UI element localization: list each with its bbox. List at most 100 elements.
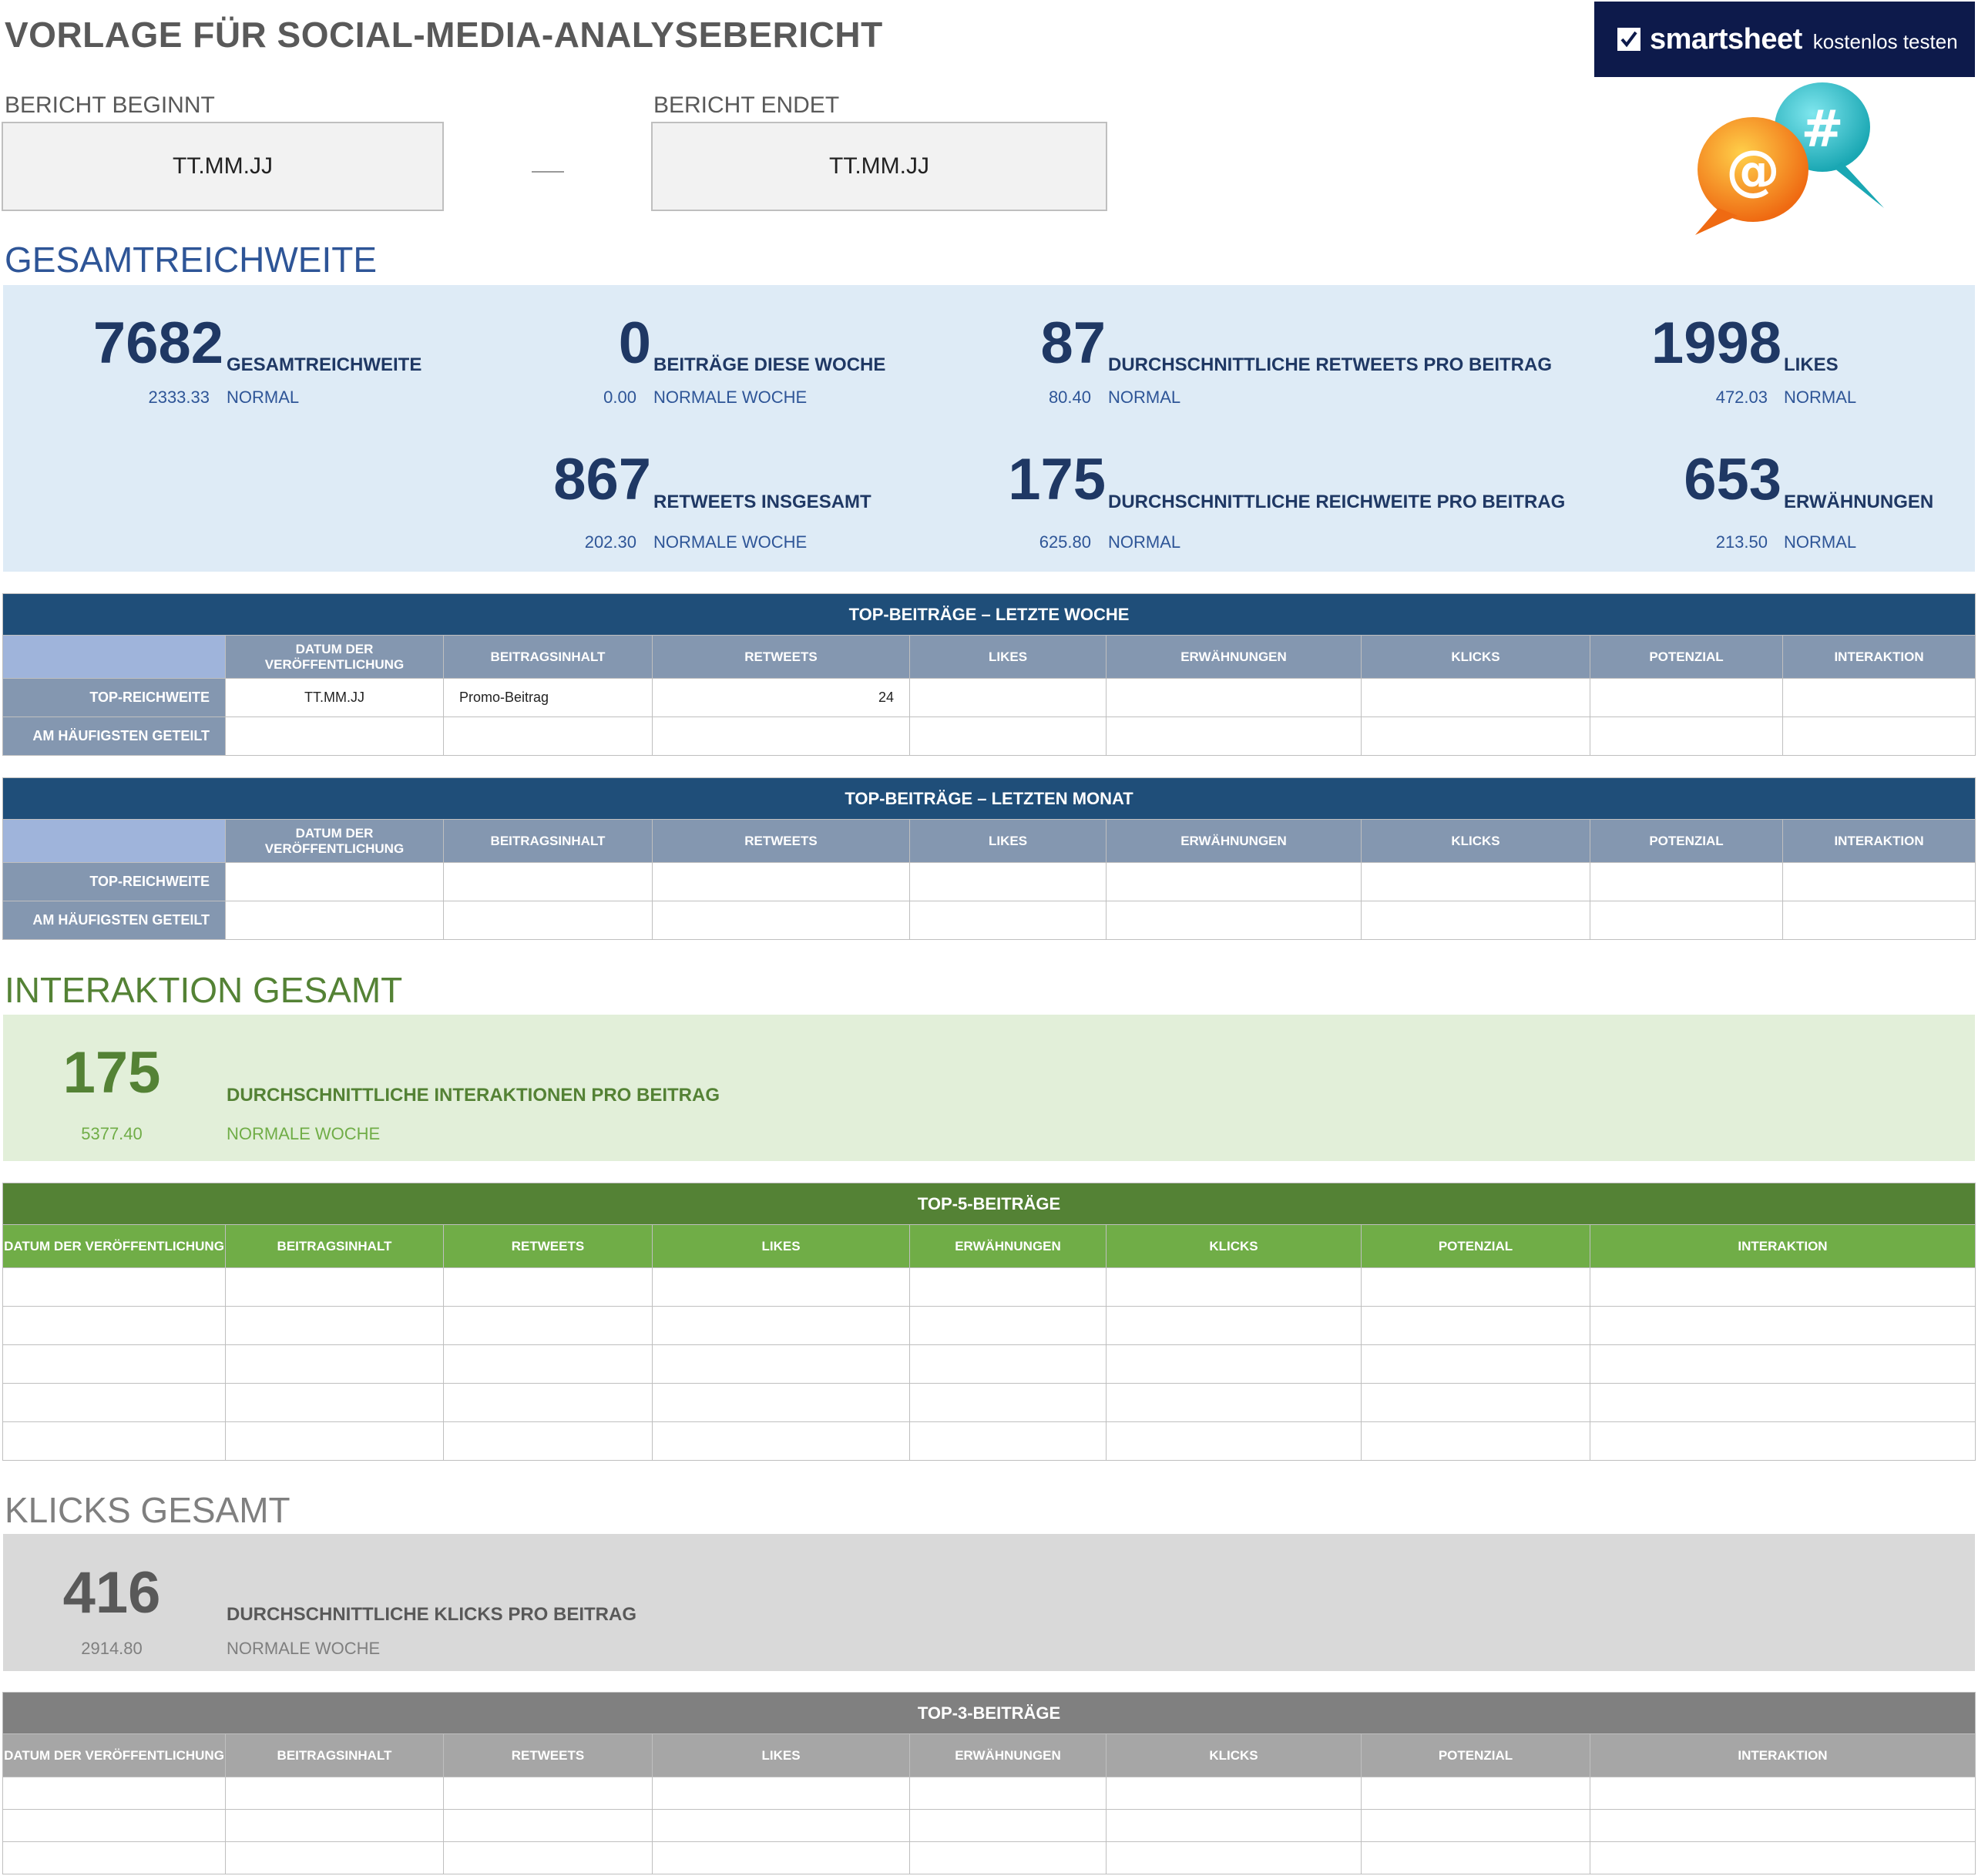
cell-interaction[interactable] — [1589, 1267, 1976, 1307]
cell-potential[interactable] — [1361, 1383, 1590, 1422]
cell-potential[interactable] — [1361, 1841, 1590, 1874]
cell-content[interactable] — [225, 1344, 444, 1384]
mentions-value: 653 — [1684, 447, 1782, 512]
cell-mentions[interactable] — [909, 1421, 1107, 1461]
cell-potential[interactable] — [1361, 1777, 1590, 1810]
cell-likes[interactable] — [652, 1306, 910, 1345]
cell-content[interactable] — [225, 1421, 444, 1461]
cell-content[interactable] — [225, 1809, 444, 1842]
cell-content[interactable] — [443, 717, 653, 756]
cell-date[interactable] — [2, 1267, 226, 1307]
cell-interaction[interactable] — [1782, 678, 1976, 717]
cell-date[interactable] — [2, 1344, 226, 1384]
cell-likes[interactable] — [652, 1777, 910, 1810]
cell-clicks[interactable] — [1106, 1306, 1362, 1345]
cell-content[interactable] — [443, 862, 653, 901]
cell-date[interactable] — [2, 1809, 226, 1842]
cell-likes[interactable] — [652, 1421, 910, 1461]
cell-likes[interactable] — [909, 717, 1107, 756]
cell-potential[interactable] — [1361, 1421, 1590, 1461]
cell-date[interactable] — [2, 1383, 226, 1422]
cell-clicks[interactable] — [1361, 901, 1590, 940]
cell-mentions[interactable] — [909, 1306, 1107, 1345]
cell-content[interactable] — [225, 1777, 444, 1810]
cell-retweets[interactable] — [443, 1306, 653, 1345]
cell-potential[interactable] — [1590, 717, 1783, 756]
cell-date[interactable]: TT.MM.JJ — [225, 678, 444, 717]
cell-retweets[interactable] — [443, 1809, 653, 1842]
cell-content[interactable] — [225, 1306, 444, 1345]
cell-date[interactable] — [2, 1841, 226, 1874]
cell-mentions[interactable] — [909, 1841, 1107, 1874]
cell-clicks[interactable] — [1106, 1809, 1362, 1842]
cell-likes[interactable] — [652, 1344, 910, 1384]
cell-clicks[interactable] — [1106, 1383, 1362, 1422]
cell-potential[interactable] — [1361, 1267, 1590, 1307]
cell-mentions[interactable] — [909, 1383, 1107, 1422]
cell-clicks[interactable] — [1106, 1841, 1362, 1874]
cell-potential[interactable] — [1590, 901, 1783, 940]
cell-interaction[interactable] — [1782, 901, 1976, 940]
cell-retweets[interactable] — [443, 1841, 653, 1874]
cell-retweets[interactable] — [443, 1344, 653, 1384]
cell-mentions[interactable] — [909, 1344, 1107, 1384]
cell-likes[interactable] — [909, 901, 1107, 940]
cell-content[interactable] — [225, 1841, 444, 1874]
cell-likes[interactable] — [909, 678, 1107, 717]
cell-interaction[interactable] — [1589, 1777, 1976, 1810]
cell-likes[interactable] — [652, 1841, 910, 1874]
cell-date[interactable] — [2, 1777, 226, 1810]
cell-potential[interactable] — [1590, 678, 1783, 717]
cell-clicks[interactable] — [1361, 717, 1590, 756]
cell-content[interactable] — [443, 901, 653, 940]
cell-mentions[interactable] — [1106, 901, 1362, 940]
cell-mentions[interactable] — [909, 1267, 1107, 1307]
cell-likes[interactable] — [909, 862, 1107, 901]
cell-interaction[interactable] — [1589, 1383, 1976, 1422]
cell-interaction[interactable] — [1589, 1421, 1976, 1461]
cell-clicks[interactable] — [1106, 1777, 1362, 1810]
cell-retweets[interactable]: 24 — [652, 678, 910, 717]
cell-date[interactable] — [225, 862, 444, 901]
cell-content[interactable]: Promo-Beitrag — [443, 678, 653, 717]
cell-retweets[interactable] — [443, 1267, 653, 1307]
cell-interaction[interactable] — [1782, 717, 1976, 756]
cell-clicks[interactable] — [1361, 862, 1590, 901]
cell-content[interactable] — [225, 1383, 444, 1422]
cell-interaction[interactable] — [1589, 1306, 1976, 1345]
cell-mentions[interactable] — [1106, 717, 1362, 756]
cell-interaction[interactable] — [1589, 1809, 1976, 1842]
cell-retweets[interactable] — [652, 901, 910, 940]
cell-potential[interactable] — [1361, 1306, 1590, 1345]
cell-content[interactable] — [225, 1267, 444, 1307]
cell-date[interactable] — [225, 717, 444, 756]
cell-date[interactable] — [225, 901, 444, 940]
cell-potential[interactable] — [1590, 862, 1783, 901]
cell-retweets[interactable] — [443, 1383, 653, 1422]
cell-likes[interactable] — [652, 1383, 910, 1422]
cell-mentions[interactable] — [909, 1809, 1107, 1842]
cell-retweets[interactable] — [652, 717, 910, 756]
cell-interaction[interactable] — [1589, 1344, 1976, 1384]
cell-clicks[interactable] — [1106, 1421, 1362, 1461]
cell-interaction[interactable] — [1782, 862, 1976, 901]
cell-clicks[interactable] — [1106, 1267, 1362, 1307]
cell-potential[interactable] — [1361, 1809, 1590, 1842]
cell-clicks[interactable] — [1106, 1344, 1362, 1384]
cell-clicks[interactable] — [1361, 678, 1590, 717]
smartsheet-logo-button[interactable]: smartsheet kostenlos testen — [1594, 2, 1975, 77]
cell-mentions[interactable] — [909, 1777, 1107, 1810]
cell-likes[interactable] — [652, 1267, 910, 1307]
cell-mentions[interactable] — [1106, 862, 1362, 901]
cell-potential[interactable] — [1361, 1344, 1590, 1384]
cell-date[interactable] — [2, 1306, 226, 1345]
report-start-field[interactable]: TT.MM.JJ — [2, 122, 444, 211]
cell-mentions[interactable] — [1106, 678, 1362, 717]
cell-interaction[interactable] — [1589, 1841, 1976, 1874]
cell-retweets[interactable] — [443, 1421, 653, 1461]
cell-retweets[interactable] — [652, 862, 910, 901]
cell-date[interactable] — [2, 1421, 226, 1461]
cell-retweets[interactable] — [443, 1777, 653, 1810]
report-end-field[interactable]: TT.MM.JJ — [651, 122, 1107, 211]
cell-likes[interactable] — [652, 1809, 910, 1842]
